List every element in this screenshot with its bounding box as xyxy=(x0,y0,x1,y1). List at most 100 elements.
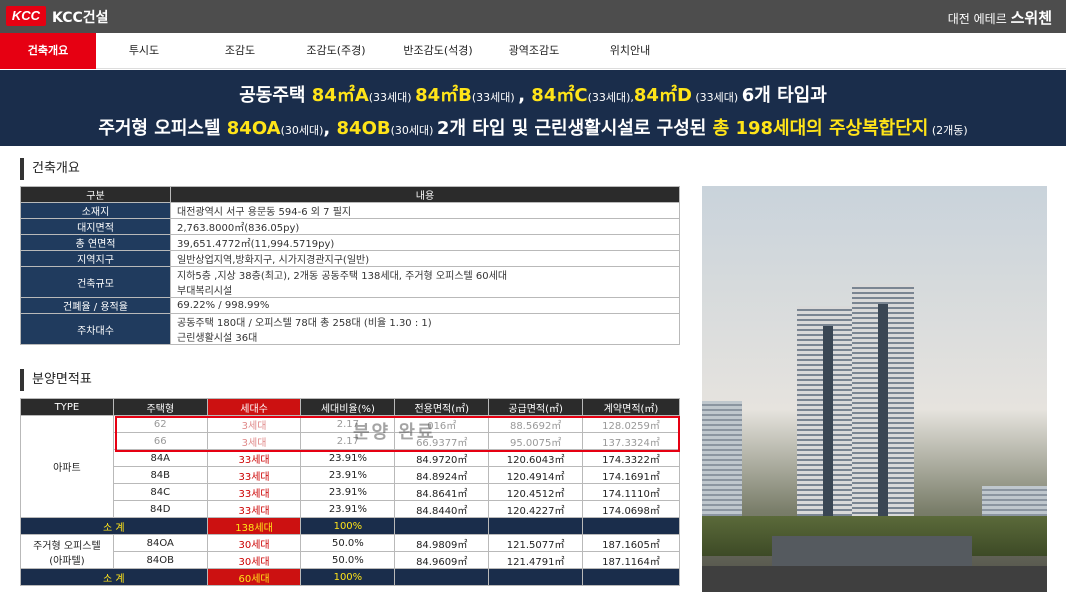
cell-units: 30세대 xyxy=(206,534,302,552)
tab-location[interactable]: 위치안내 xyxy=(582,33,678,69)
background-building xyxy=(702,401,742,531)
row-label: 대지면적 xyxy=(20,218,171,235)
tab-half-birdseye-night[interactable]: 반조감도(석경) xyxy=(390,33,486,69)
table-row: 84OB 30세대 50.0% 84.9609㎡ 121.4791㎡ 187.1… xyxy=(21,551,680,569)
subtotal-empty xyxy=(488,517,584,535)
type-84ob-units: (30세대) xyxy=(390,124,437,137)
cell-units: 33세대 xyxy=(206,483,302,501)
type-84d-units: (33세대) xyxy=(691,91,742,104)
tower-spine xyxy=(878,304,888,524)
row-value: 지하5층 ,지상 38층(최고), 2개동 공동주택 138세대, 주거형 오피… xyxy=(170,266,680,298)
type-84b: 84㎡B xyxy=(415,85,472,106)
top-header: KCC KCC건설 대전 에테르 스위첸 xyxy=(0,0,1066,33)
subtotal-units: 60세대 xyxy=(206,568,302,586)
row-label: 주차대수 xyxy=(20,313,171,345)
cell-supply: 88.5692㎡ xyxy=(488,415,584,433)
col-header: 공급면적(㎡) xyxy=(488,398,584,416)
tab-birdseye-day[interactable]: 조감도(주경) xyxy=(288,33,384,69)
subtotal-empty xyxy=(582,568,680,586)
table-row: 건폐율 / 용적율 69.22% / 998.99% xyxy=(20,297,680,314)
cell-ratio: 50.0% xyxy=(300,551,396,569)
col-header: TYPE xyxy=(20,398,114,416)
cell-type: 84D xyxy=(112,500,208,518)
subtotal-row: 소 계 60세대 100% xyxy=(20,568,680,586)
banner-buildings: (2개동) xyxy=(928,124,968,137)
cell-ratio: 23.91% xyxy=(300,500,396,518)
podium xyxy=(772,536,972,566)
row-value-line: 부대복리시설 xyxy=(177,286,233,297)
cell-ratio: 50.0% xyxy=(300,534,396,552)
cell-supply: 120.6043㎡ xyxy=(488,449,584,467)
tab-overview[interactable]: 건축개요 xyxy=(0,33,96,69)
section-title-overview: 건축개요 xyxy=(20,158,80,180)
subtotal-empty xyxy=(394,517,490,535)
cell-type: 62 xyxy=(112,415,208,433)
cell-contract: 187.1605㎡ xyxy=(582,534,680,552)
cell-net: 84.9720㎡ xyxy=(394,449,490,467)
tower-spine xyxy=(823,326,833,546)
banner-text: 공동주택 xyxy=(239,85,312,106)
tab-birdseye[interactable]: 조감도 xyxy=(192,33,288,69)
type-84a: 84㎡A xyxy=(311,85,369,106)
cell-contract: 174.0698㎡ xyxy=(582,500,680,518)
kcc-logo[interactable]: KCC xyxy=(6,6,46,26)
row-label: 총 연면적 xyxy=(20,234,171,251)
row-value: 대전광역시 서구 용문동 594-6 외 7 필지 xyxy=(170,202,680,219)
cell-contract: 128.0259㎡ xyxy=(582,415,680,433)
type-84d: 84㎡D xyxy=(633,85,692,106)
table-row: 84B 33세대 23.91% 84.8924㎡ 120.4914㎡ 174.1… xyxy=(21,466,680,484)
table-row: 총 연면적 39,651.4772㎡(11,994.5719py) xyxy=(20,234,680,251)
row-value: 69.22% / 998.99% xyxy=(170,297,680,314)
col-header: 주택형 xyxy=(112,398,208,416)
type-84a-units: (33세대) xyxy=(368,91,416,104)
subtotal-ratio: 100% xyxy=(300,568,396,586)
cell-units: 30세대 xyxy=(206,551,302,569)
cell-type: 66 xyxy=(112,432,208,450)
table-row: 지역지구 일반상업지역,방화지구, 시가지경관지구(일반) xyxy=(20,250,680,267)
row-value: 2,763.8000㎡(836.05py) xyxy=(170,218,680,235)
row-value: 일반상업지역,방화지구, 시가지경관지구(일반) xyxy=(170,250,680,267)
row-label: 소재지 xyxy=(20,202,171,219)
cell-supply: 120.4512㎡ xyxy=(488,483,584,501)
cell-supply: 120.4227㎡ xyxy=(488,500,584,518)
brand-title: 대전 에테르 스위첸 xyxy=(948,7,1052,28)
table-row: 대지면적 2,763.8000㎡(836.05py) xyxy=(20,218,680,235)
cell-ratio: 23.91% xyxy=(300,466,396,484)
type-84c-units: (33세대), xyxy=(587,91,634,104)
cell-type: 84OB xyxy=(112,551,208,569)
company-name: KCC건설 xyxy=(52,10,109,26)
tab-wide-birdseye[interactable]: 광역조감도 xyxy=(486,33,582,69)
area-table: TYPE 주택형 세대수 세대비율(%) 전용면적(㎡) 공급면적(㎡) 계약면… xyxy=(20,398,680,586)
table-row: 주거형 오피스텔 (아파텔) 84OA 30세대 50.0% 84.9809㎡ 1… xyxy=(20,534,680,569)
type-label-line: (아파텔) xyxy=(49,555,85,567)
row-value-line: 지하5층 ,지상 38층(최고), 2개동 공동주택 138세대, 주거형 오피… xyxy=(177,271,508,282)
tower-right xyxy=(852,284,914,552)
cell-net: 84.8641㎡ xyxy=(394,483,490,501)
banner-line-1: 공동주택 84㎡A(33세대) 84㎡B(33세대) , 84㎡C(33세대),… xyxy=(0,81,1066,107)
banner-text: 주거형 오피스텔 xyxy=(98,118,227,139)
cell-supply: 121.5077㎡ xyxy=(488,534,584,552)
type-84c: 84㎡C xyxy=(531,85,588,106)
cell-contract: 174.3322㎡ xyxy=(582,449,680,467)
type-cell-apartment: 아파트 xyxy=(20,415,114,518)
type-cell-officetel: 주거형 오피스텔 (아파텔) xyxy=(20,534,114,569)
table-row: 84A 33세대 23.91% 84.9720㎡ 120.6043㎡ 174.3… xyxy=(21,449,680,467)
subtotal-ratio: 100% xyxy=(300,517,396,535)
cell-type: 84C xyxy=(112,483,208,501)
cell-units: 33세대 xyxy=(206,500,302,518)
row-value-line: 근린생활시설 36대 xyxy=(177,333,258,344)
subtotal-label: 소 계 xyxy=(20,517,208,535)
col-header: 내용 xyxy=(170,186,680,203)
row-value: 39,651.4772㎡(11,994.5719py) xyxy=(170,234,680,251)
type-84oa-units: (30세대) xyxy=(280,124,324,137)
type-84b-units: (33세대) xyxy=(471,91,519,104)
tab-perspective[interactable]: 투시도 xyxy=(96,33,192,69)
cell-supply: 121.4791㎡ xyxy=(488,551,584,569)
col-header: 전용면적(㎡) xyxy=(394,398,490,416)
cell-net: 84.8924㎡ xyxy=(394,466,490,484)
subtotal-empty xyxy=(394,568,490,586)
row-value: 공동주택 180대 / 오피스텔 78대 총 258대 (비율 1.30 : 1… xyxy=(170,313,680,345)
type-84ob: 84OB xyxy=(336,118,391,139)
cell-type: 84B xyxy=(112,466,208,484)
col-header: 구분 xyxy=(20,186,171,203)
